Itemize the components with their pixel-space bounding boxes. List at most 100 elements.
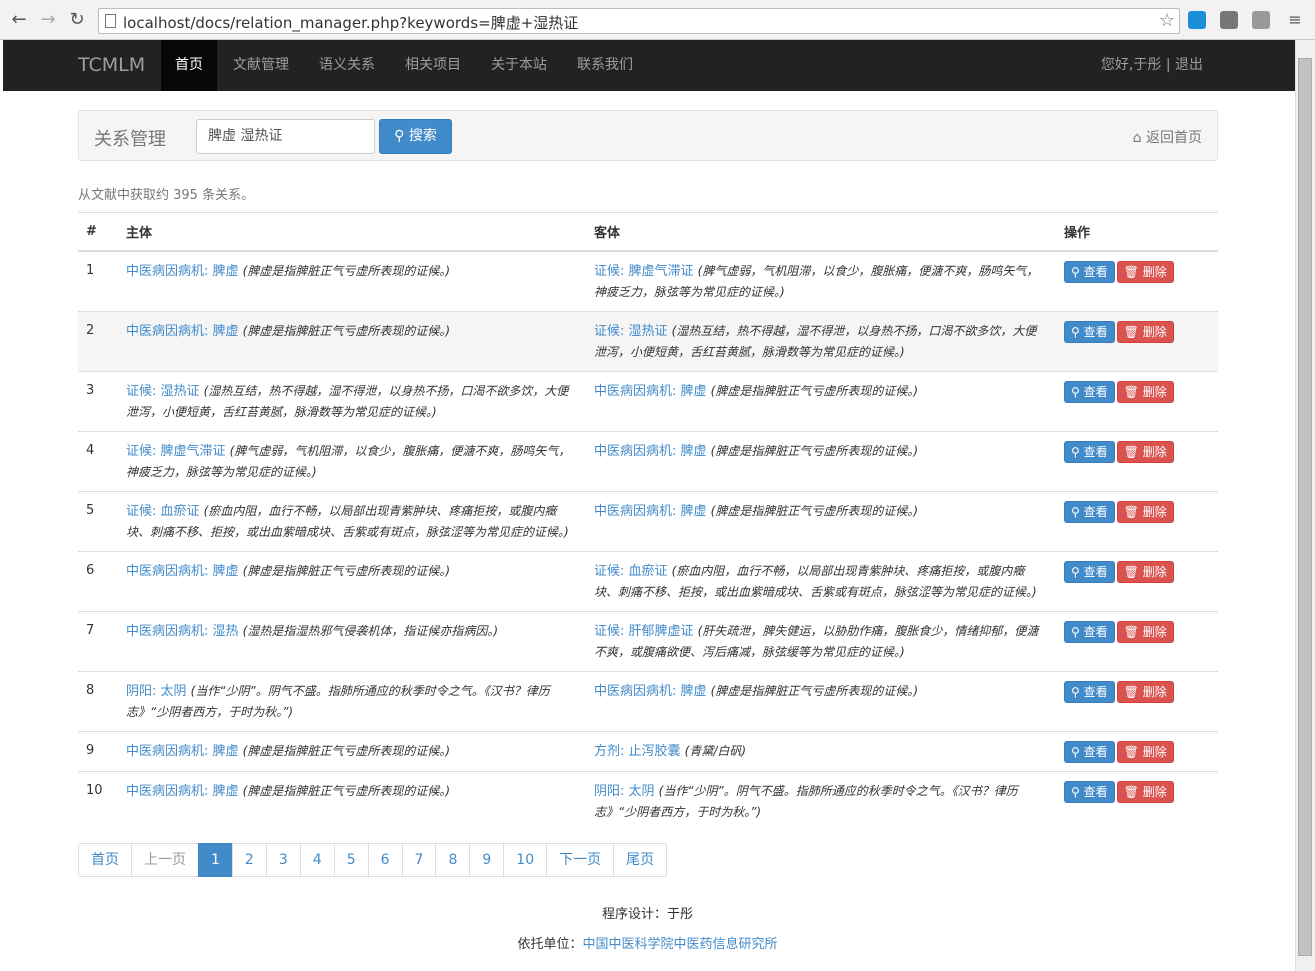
object-cell: 中医病因病机: 脾虚 (脾虚是指脾脏正气亏虚所表现的证候。)	[586, 370, 1056, 431]
actions-cell: ⚲ 查看 🗑 删除	[1056, 430, 1218, 491]
view-button[interactable]: ⚲ 查看	[1064, 780, 1115, 803]
delete-button[interactable]: 🗑 删除	[1116, 680, 1174, 703]
delete-button[interactable]: 🗑 删除	[1116, 780, 1174, 803]
delete-button[interactable]: 🗑 删除	[1116, 380, 1174, 403]
object-desc: (脾虚是指脾脏正气亏虚所表现的证候。)	[710, 443, 919, 458]
page-link[interactable]: 下一页	[546, 843, 615, 877]
header-actions: 操作	[1056, 212, 1218, 252]
object-link[interactable]: 证候: 脾虚气滞证	[594, 264, 694, 279]
actions-cell: ⚲ 查看 🗑 删除	[1056, 310, 1218, 371]
back-icon[interactable]: ←	[8, 9, 30, 31]
page-link[interactable]: 上一页	[131, 843, 199, 877]
extension-icon[interactable]	[1220, 11, 1238, 29]
nav-contact[interactable]: 联系我们	[563, 40, 647, 91]
subject-link[interactable]: 证候: 脾虚气滞证	[126, 444, 226, 459]
nav-projects[interactable]: 相关项目	[391, 40, 475, 91]
page-link[interactable]: 9	[469, 843, 505, 877]
table-row: 7 中医病因病机: 湿热 (湿热是指湿热邪气侵袭机体，指证候亦指病因。) 证候: 肝…	[78, 610, 1218, 671]
subject-link[interactable]: 阴阳: 太阴	[126, 684, 187, 699]
subject-link[interactable]: 中医病因病机: 脾虚	[126, 784, 239, 799]
search-icon: ⚲	[1071, 264, 1080, 279]
view-button[interactable]: ⚲ 查看	[1064, 260, 1115, 283]
reload-icon[interactable]: ↻	[66, 9, 88, 31]
actions-cell: ⚲ 查看 🗑 删除	[1056, 670, 1218, 731]
page-link[interactable]: 2	[231, 843, 267, 877]
delete-label: 删除	[1142, 744, 1167, 759]
subject-link[interactable]: 中医病因病机: 湿热	[126, 624, 239, 639]
view-button[interactable]: ⚲ 查看	[1064, 320, 1115, 343]
subject-desc: (当作“少阴”。阴气不盛。指肺所通应的秋季时令之气。《汉书？律历志》“少阴者西方…	[126, 683, 550, 719]
object-link[interactable]: 中医病因病机: 脾虚	[594, 384, 707, 399]
scrollbar-thumb[interactable]	[1298, 58, 1312, 956]
back-home-link[interactable]: ⌂ 返回首页	[1133, 127, 1202, 147]
subject-link[interactable]: 中医病因病机: 脾虚	[126, 564, 239, 579]
subject-link[interactable]: 中医病因病机: 脾虚	[126, 264, 239, 279]
subject-link[interactable]: 中医病因病机: 脾虚	[126, 324, 239, 339]
search-input[interactable]: 脾虚 湿热证	[196, 119, 375, 154]
page-link[interactable]: 首页	[78, 843, 132, 877]
object-desc: (脾虚是指脾脏正气亏虚所表现的证候。)	[710, 683, 919, 698]
object-cell: 阴阳: 太阴 (当作“少阴”。阴气不盛。指肺所通应的秋季时令之气。《汉书？律历志…	[586, 770, 1056, 831]
page-link[interactable]: 8	[435, 843, 471, 877]
page-link[interactable]: 6	[367, 843, 403, 877]
page-link[interactable]: 10	[503, 843, 548, 877]
subject-cell: 中医病因病机: 脾虚 (脾虚是指脾脏正气亏虚所表现的证候。)	[118, 730, 586, 771]
object-link[interactable]: 方剂: 止泻胶囊	[594, 744, 681, 759]
nav-home[interactable]: 首页	[161, 40, 217, 91]
row-num: 2	[78, 310, 118, 371]
page-link[interactable]: 3	[265, 843, 301, 877]
menu-icon[interactable]: ≡	[1284, 9, 1306, 31]
user-logout[interactable]: 您好,于彤 | 退出	[1101, 40, 1203, 91]
object-link[interactable]: 证候: 肝郁脾虚证	[594, 624, 694, 639]
object-link[interactable]: 证候: 湿热证	[594, 324, 668, 339]
page-link[interactable]: 4	[299, 843, 335, 877]
footer-org-label: 依托单位：	[517, 937, 583, 952]
view-button[interactable]: ⚲ 查看	[1064, 380, 1115, 403]
page-scrollbar[interactable]	[1295, 40, 1315, 971]
object-link[interactable]: 中医病因病机: 脾虚	[594, 444, 707, 459]
trash-icon: 🗑	[1123, 444, 1139, 459]
nav-documents[interactable]: 文献管理	[219, 40, 303, 91]
view-button[interactable]: ⚲ 查看	[1064, 740, 1115, 763]
view-button[interactable]: ⚲ 查看	[1064, 500, 1115, 523]
relations-table: # 主体 客体 操作 1 中医病因病机: 脾虚 (脾虚是指脾脏正气亏虚所表现的证候…	[78, 212, 1218, 831]
brand[interactable]: TCMLM	[78, 54, 145, 76]
subject-link[interactable]: 中医病因病机: 脾虚	[126, 744, 239, 759]
nav-relations[interactable]: 语义关系	[305, 40, 389, 91]
table-row: 4 证候: 脾虚气滞证 (脾气虚弱，气机阻滞，以食少，腹胀痛，便溏不爽，肠鸣矢气，…	[78, 430, 1218, 491]
subject-link[interactable]: 证候: 湿热证	[126, 384, 200, 399]
object-link[interactable]: 证候: 血瘀证	[594, 564, 668, 579]
delete-button[interactable]: 🗑 删除	[1116, 440, 1174, 463]
page-link[interactable]: 尾页	[613, 843, 668, 877]
delete-button[interactable]: 🗑 删除	[1116, 500, 1174, 523]
subject-cell: 中医病因病机: 湿热 (湿热是指湿热邪气侵袭机体，指证候亦指病因。)	[118, 610, 586, 671]
actions-cell: ⚲ 查看 🗑 删除	[1056, 550, 1218, 611]
object-link[interactable]: 中医病因病机: 脾虚	[594, 684, 707, 699]
search-button[interactable]: ⚲ 搜索	[379, 119, 452, 154]
bookmark-star-icon[interactable]: ☆	[1159, 10, 1175, 31]
subject-desc: (脾虚是指脾脏正气亏虚所表现的证候。)	[242, 743, 451, 758]
subject-link[interactable]: 证候: 血瘀证	[126, 504, 200, 519]
nav-about[interactable]: 关于本站	[477, 40, 561, 91]
forward-icon[interactable]: →	[37, 9, 59, 31]
delete-button[interactable]: 🗑 删除	[1116, 560, 1174, 583]
footer-org-link[interactable]: 中国中医科学院中医药信息研究所	[583, 937, 778, 952]
delete-button[interactable]: 🗑 删除	[1116, 260, 1174, 283]
object-link[interactable]: 阴阳: 太阴	[594, 784, 655, 799]
page-link[interactable]: 7	[401, 843, 437, 877]
object-link[interactable]: 中医病因病机: 脾虚	[594, 504, 707, 519]
search-panel: 关系管理 脾虚 湿热证 ⚲ 搜索 ⌂ 返回首页	[78, 110, 1218, 161]
delete-button[interactable]: 🗑 删除	[1116, 620, 1174, 643]
view-button[interactable]: ⚲ 查看	[1064, 440, 1115, 463]
mail-icon[interactable]	[1252, 11, 1270, 29]
view-button[interactable]: ⚲ 查看	[1064, 620, 1115, 643]
delete-button[interactable]: 🗑 删除	[1116, 320, 1174, 343]
page-link[interactable]: 5	[333, 843, 369, 877]
extension-icon[interactable]	[1188, 11, 1206, 29]
subject-desc: (脾虚是指脾脏正气亏虚所表现的证候。)	[242, 323, 451, 338]
view-button[interactable]: ⚲ 查看	[1064, 680, 1115, 703]
view-button[interactable]: ⚲ 查看	[1064, 560, 1115, 583]
delete-button[interactable]: 🗑 删除	[1116, 740, 1174, 763]
address-bar[interactable]: localhost/docs/relation_manager.php?keyw…	[98, 8, 1180, 34]
page-link[interactable]: 1	[198, 843, 233, 877]
